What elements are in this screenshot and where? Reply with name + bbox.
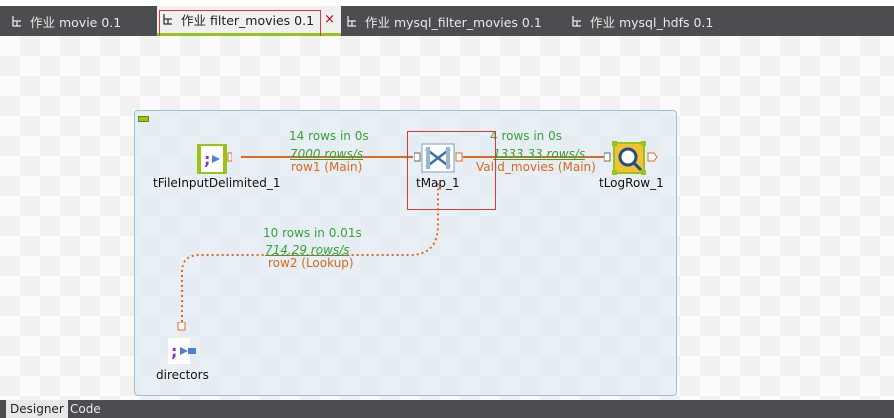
job-icon bbox=[10, 15, 24, 28]
directors-label: directors bbox=[156, 368, 209, 382]
row2-stats-rate: 714.29 rows/s bbox=[265, 243, 350, 257]
file-input-delimited-icon: ; bbox=[197, 144, 233, 174]
editor-bottom-bar: Designer Code bbox=[0, 400, 894, 418]
svg-text:;: ; bbox=[204, 150, 210, 169]
valid-stats-rate: 1333.33 rows/s bbox=[493, 147, 586, 161]
row1-stats-rate: 7000 rows/s bbox=[290, 147, 363, 161]
tmap-component[interactable] bbox=[413, 143, 466, 173]
job-icon bbox=[161, 13, 175, 26]
tab-label: 作业 movie 0.1 bbox=[30, 14, 122, 30]
subjob-collapse-button[interactable] bbox=[138, 116, 149, 122]
tab-mysql-filter-movies[interactable]: 作业 mysql_filter_movies 0.1 bbox=[345, 6, 542, 36]
svg-text:;: ; bbox=[171, 342, 177, 361]
tab-code[interactable]: Code bbox=[66, 400, 105, 418]
tfileinputdelimited-label: tFileInputDelimited_1 bbox=[153, 176, 281, 190]
tab-label: 作业 mysql_hdfs 0.1 bbox=[590, 14, 714, 30]
row1-stats-rows: 14 rows in 0s bbox=[289, 129, 369, 143]
tmap-icon bbox=[413, 143, 463, 173]
tab-filter-movies[interactable]: 作业 filter_movies 0.1 × bbox=[157, 6, 341, 36]
tlogrow-component[interactable] bbox=[603, 141, 662, 175]
tmap-label: tMap_1 bbox=[416, 176, 460, 190]
tlogrow-label: tLogRow_1 bbox=[599, 176, 664, 190]
tab-movie[interactable]: 作业 movie 0.1 bbox=[10, 6, 121, 36]
tfileinputdelimited-component[interactable]: ; bbox=[196, 143, 233, 175]
editor-tab-bar: 作业 movie 0.1 作业 filter_movies 0.1 × 作业 m… bbox=[0, 6, 894, 36]
tab-label: 作业 filter_movies 0.1 bbox=[181, 13, 315, 28]
job-icon bbox=[570, 15, 584, 28]
tab-mysql-hdfs[interactable]: 作业 mysql_hdfs 0.1 bbox=[570, 6, 713, 36]
tab-designer[interactable]: Designer bbox=[6, 400, 68, 418]
tab-label: 作业 mysql_filter_movies 0.1 bbox=[365, 14, 542, 30]
job-icon bbox=[345, 15, 359, 28]
close-icon[interactable]: × bbox=[324, 12, 335, 27]
file-input-delimited-icon: ; bbox=[168, 321, 196, 364]
row2-link-label[interactable]: row2 (Lookup) bbox=[268, 256, 354, 270]
row1-link-label[interactable]: row1 (Main) bbox=[291, 160, 362, 174]
valid-movies-link-label[interactable]: Valid_movies (Main) bbox=[476, 160, 596, 174]
logrow-icon bbox=[603, 141, 658, 175]
directors-component[interactable]: ; bbox=[165, 321, 199, 366]
row2-stats-rows: 10 rows in 0.01s bbox=[263, 226, 362, 240]
valid-stats-rows: 4 rows in 0s bbox=[490, 129, 562, 143]
